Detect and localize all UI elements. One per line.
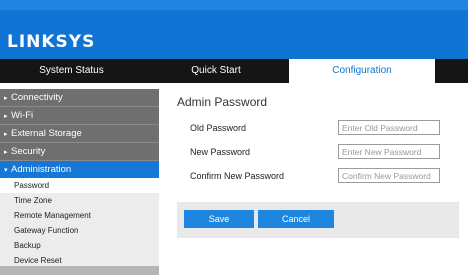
sidebar-item-external-storage[interactable]: ▸ External Storage — [0, 125, 159, 143]
linksys-logo: LINKSYS — [7, 32, 96, 52]
page-title: Admin Password — [177, 95, 268, 109]
sidebar-item-connectivity[interactable]: ▸ Connectivity — [0, 89, 159, 107]
tab-configuration[interactable]: Configuration — [289, 59, 435, 83]
sidebar-subitem-backup[interactable]: Backup — [0, 238, 159, 253]
confirm-password-label: Confirm New Password — [190, 171, 285, 181]
tab-system-status[interactable]: System Status — [0, 59, 143, 83]
sidebar-subitem-gateway-function[interactable]: Gateway Function — [0, 223, 159, 238]
sidebar-item-label: Administration — [11, 164, 72, 175]
tab-quick-start[interactable]: Quick Start — [143, 59, 289, 83]
sidebar-subitem-password[interactable]: Password — [0, 178, 159, 193]
sidebar-item-administration[interactable]: ▾ Administration — [0, 161, 159, 179]
caret-right-icon: ▸ — [4, 131, 8, 138]
sidebar-divider — [0, 266, 159, 275]
caret-right-icon: ▸ — [4, 149, 8, 156]
header-banner: LINKSYS — [0, 0, 468, 59]
banner-highlight — [0, 0, 468, 10]
new-password-label: New Password — [190, 147, 251, 157]
caret-right-icon: ▸ — [4, 95, 8, 102]
sidebar-item-label: Security — [11, 146, 46, 157]
save-button[interactable]: Save — [184, 210, 254, 228]
sidebar-subitem-remote-management[interactable]: Remote Management — [0, 208, 159, 223]
old-password-label: Old Password — [190, 123, 247, 133]
sidebar-item-security[interactable]: ▸ Security — [0, 143, 159, 161]
sidebar-item-label: Connectivity — [11, 92, 63, 103]
confirm-password-field[interactable] — [338, 168, 440, 183]
cancel-button[interactable]: Cancel — [258, 210, 334, 228]
caret-right-icon: ▸ — [4, 113, 8, 120]
new-password-field[interactable] — [338, 144, 440, 159]
sidebar-subitem-time-zone[interactable]: Time Zone — [0, 193, 159, 208]
old-password-field[interactable] — [338, 120, 440, 135]
sidebar-item-wifi[interactable]: ▸ Wi-Fi — [0, 107, 159, 125]
sidebar-item-label: External Storage — [11, 128, 82, 139]
sidebar-item-label: Wi-Fi — [11, 110, 34, 121]
top-nav: System Status Quick Start Configuration — [0, 59, 468, 83]
